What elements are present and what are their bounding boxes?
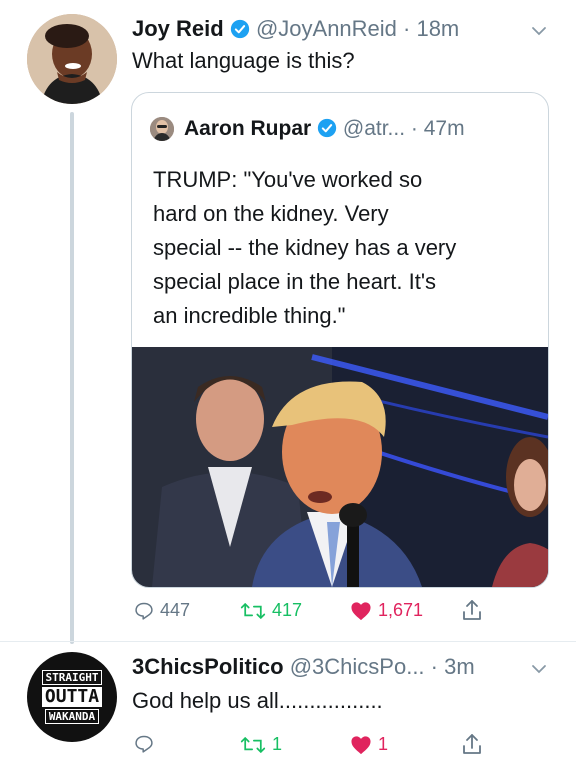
tweet-text: What language is this? — [132, 48, 355, 73]
reply-icon — [135, 602, 153, 620]
verified-icon — [317, 118, 337, 138]
quoted-text-line: hard on the kidney. Very — [153, 201, 389, 226]
reply-handle-time[interactable]: @3ChicsPo... · 3m — [290, 654, 475, 679]
avatar-image — [27, 14, 117, 104]
quoted-author-name: Aaron Rupar — [184, 117, 312, 140]
heart-icon — [351, 601, 371, 620]
share-icon[interactable] — [462, 733, 482, 755]
chevron-down-icon[interactable] — [530, 660, 548, 678]
retweet-icon — [240, 736, 266, 753]
verified-icon — [230, 19, 249, 39]
chevron-down-icon[interactable] — [530, 22, 548, 40]
quoted-media-image[interactable] — [132, 347, 548, 587]
quoted-tweet-card[interactable]: Aaron Rupar @atr... · 47m TRUMP: "You've… — [131, 92, 549, 588]
reply-text: God help us all................. — [132, 688, 383, 713]
thread-line — [70, 112, 74, 644]
avatar-text-line: STRAIGHT — [41, 670, 103, 685]
reply-author-name[interactable]: 3ChicsPolitico — [132, 654, 284, 679]
avatar-text-line: OUTTA — [41, 687, 103, 707]
reply-count: 447 — [160, 600, 191, 620]
quoted-text-line: special -- the kidney has a very — [153, 235, 457, 260]
retweet-action[interactable]: 417 — [240, 600, 302, 621]
quoted-text-line: TRUMP: "You've worked so — [153, 167, 423, 192]
avatar-3chicspolitico[interactable]: STRAIGHT OUTTA WAKANDA — [27, 652, 117, 742]
quoted-text-line: an incredible thing." — [153, 303, 346, 328]
like-action[interactable]: 1,671 — [350, 600, 423, 621]
media-photo — [132, 347, 548, 587]
quoted-header: Aaron Rupar @atr... · 47m — [184, 117, 465, 141]
avatar-joy-reid[interactable] — [27, 14, 117, 104]
reply-like-count: 1 — [378, 734, 389, 754]
reply-retweet-action[interactable]: 1 — [240, 734, 282, 755]
avatar-image — [150, 117, 174, 141]
reply-retweet-count: 1 — [272, 734, 283, 754]
quoted-handle-time: @atr... · 47m — [342, 117, 465, 140]
share-icon[interactable] — [462, 599, 482, 621]
like-count: 1,671 — [378, 600, 424, 620]
reply-icon[interactable] — [134, 734, 154, 754]
quoted-text: TRUMP: "You've worked so hard on the kid… — [153, 163, 456, 333]
author-handle-time[interactable]: @JoyAnnReid · 18m — [256, 16, 459, 41]
tweet-header: Joy Reid @JoyAnnReid · 18m — [132, 16, 459, 42]
retweet-icon — [240, 602, 266, 619]
avatar-text-line: WAKANDA — [44, 709, 100, 724]
reply-like-action[interactable]: 1 — [350, 734, 388, 755]
quoted-text-line: special place in the heart. It's — [153, 269, 437, 294]
divider — [0, 641, 576, 642]
retweet-count: 417 — [272, 600, 303, 620]
avatar-aaron-rupar — [150, 117, 174, 141]
reply-action[interactable]: 447 — [134, 600, 190, 621]
reply-header: 3ChicsPolitico @3ChicsPo... · 3m — [132, 654, 475, 680]
heart-icon — [351, 735, 371, 754]
author-name[interactable]: Joy Reid — [132, 16, 224, 41]
